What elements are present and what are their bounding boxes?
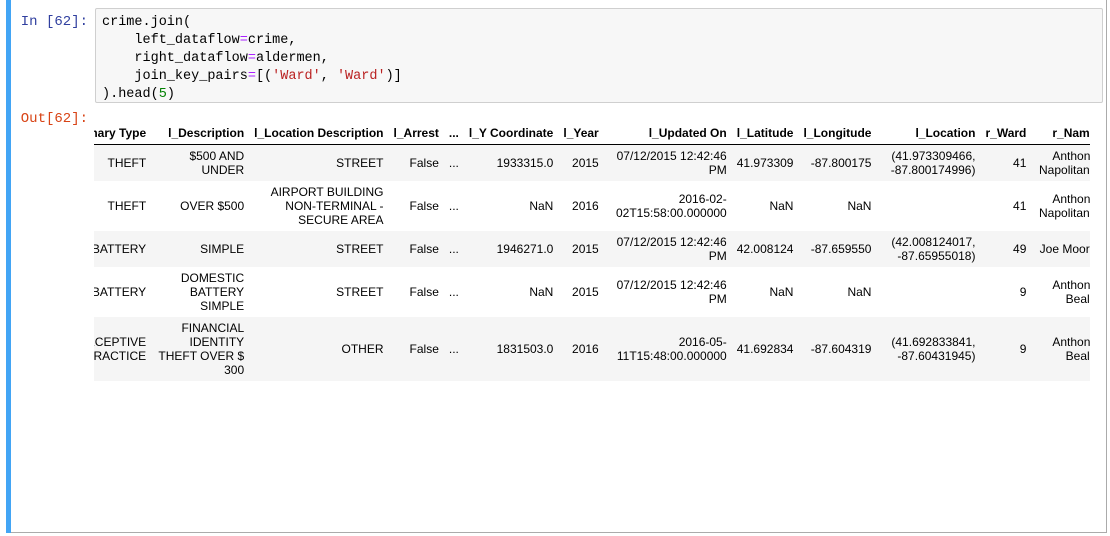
table-body: THEFT $500 AND UNDER STREET False... 1933315… xyxy=(94,144,1090,381)
table-cell: 49 xyxy=(1013,242,1027,256)
table-cell: NaN xyxy=(769,199,794,213)
table-cell: 07/12/2015 12:42:46 PM xyxy=(616,235,727,263)
table-cell: STREET xyxy=(336,285,384,299)
input-prompt: In [62]: xyxy=(20,14,88,30)
table-cell: BATTERY xyxy=(94,285,147,299)
table-cell: ... xyxy=(448,342,459,356)
table-cell: AIRPORT BUILDING NON-TERMINAL - SECURE A… xyxy=(270,185,384,227)
table-cell: 1831503.0 xyxy=(496,342,554,356)
table-cell xyxy=(876,181,980,231)
table-cell: STREET xyxy=(336,156,384,170)
table-cell: DOMESTIC BATTERY SIMPLE xyxy=(180,271,245,313)
table-cell: 41 xyxy=(1013,199,1027,213)
table-row: THEFT $500 AND UNDER STREET False... 1933315… xyxy=(94,144,1090,181)
column-header: l_Y Coordinate xyxy=(463,122,559,145)
cell-selection-bar xyxy=(6,0,11,533)
table-cell: -87.659550 xyxy=(810,242,872,256)
table-cell: 42.008124 xyxy=(736,242,794,256)
table-cell: STREET xyxy=(336,242,384,256)
code-line-5: ).head( xyxy=(102,87,159,102)
output-area: Primary Typel_Descriptionl_Location Desc… xyxy=(94,122,1090,494)
table-cell: Anthony Beale xyxy=(1052,278,1090,306)
table-cell: NaN xyxy=(847,199,872,213)
table-cell: Anthony Napolitano xyxy=(1039,192,1090,220)
table-cell: False xyxy=(409,342,439,356)
table-cell: (41.973309466, -87.800174996) xyxy=(890,149,976,177)
table-cell: SIMPLE xyxy=(200,242,245,256)
table-cell: OVER $500 xyxy=(180,199,245,213)
code-val-left: crime, xyxy=(247,33,297,48)
table-cell: 1933315.0 xyxy=(496,156,554,170)
table-cell: FINANCIAL IDENTITY THEFT OVER $ 300 xyxy=(158,321,245,377)
table-cell: 07/12/2015 12:42:46 PM xyxy=(616,149,727,177)
table-cell: ... xyxy=(448,156,459,170)
table-cell: 2016-05-11T15:48:00.000000 xyxy=(616,335,727,363)
table-cell: False xyxy=(409,156,439,170)
table-cell: (41.692833841, -87.60431945) xyxy=(891,335,976,363)
column-header: l_Latitude xyxy=(731,122,799,145)
table-cell: False xyxy=(409,242,439,256)
code-content: crime.join( left_dataflow=crime, right_d… xyxy=(102,15,402,102)
table-cell: OTHER xyxy=(341,342,384,356)
table-cell: 2015 xyxy=(572,156,599,170)
code-line-1: crime.join( xyxy=(102,15,192,30)
table-cell: 2016 xyxy=(572,199,599,213)
column-header: l_Year xyxy=(558,122,604,145)
table-row: BATTERY DOMESTIC BATTERY SIMPLE STREET Fals… xyxy=(94,267,1090,317)
table-cell: 2015 xyxy=(572,242,599,256)
table-cell: THEFT xyxy=(107,199,147,213)
table-cell: 41.973309 xyxy=(736,156,794,170)
table-row: BATTERY SIMPLE STREET False... 1946271.0 2015… xyxy=(94,231,1090,267)
column-header: l_Updated On xyxy=(603,122,732,145)
column-header: l_Location xyxy=(876,122,981,145)
table-cell: $500 AND UNDER xyxy=(189,149,245,177)
table-cell: (42.008124017, -87.65955018) xyxy=(891,235,976,263)
table-cell: -87.604319 xyxy=(810,342,872,356)
table-row: THEFT OVER $500 AIRPORT BUILDING NON-TERMI… xyxy=(94,181,1090,231)
dataframe-table: Primary Typel_Descriptionl_Location Desc… xyxy=(94,122,1090,381)
column-header: r_Name xyxy=(1031,122,1090,145)
table-cell: 9 xyxy=(1019,342,1027,356)
table-cell: -87.800175 xyxy=(810,156,872,170)
table-cell: 41.692834 xyxy=(736,342,794,356)
code-val-right: aldermen, xyxy=(255,51,329,66)
code-arg-join: join_key_pairs xyxy=(134,69,248,84)
table-cell: 07/12/2015 12:42:46 PM xyxy=(616,278,727,306)
column-header: l_Location Description xyxy=(249,122,389,145)
column-header: ... xyxy=(443,122,464,145)
column-header: l_Arrest xyxy=(388,122,444,145)
table-cell: False xyxy=(409,285,439,299)
column-header: l_Longitude xyxy=(798,122,877,145)
table-cell: 1946271.0 xyxy=(496,242,554,256)
table-cell: BATTERY xyxy=(94,242,147,256)
table-cell: Anthony Beale xyxy=(1052,335,1090,363)
code-arg-right: right_dataflow xyxy=(134,51,248,66)
code-arg-left: left_dataflow xyxy=(134,33,240,48)
table-cell: NaN xyxy=(847,285,872,299)
code-editor[interactable]: crime.join( left_dataflow=crime, right_d… xyxy=(95,8,1103,103)
table-cell: NaN xyxy=(769,285,794,299)
column-header: r_Ward xyxy=(980,122,1032,145)
table-cell: NaN xyxy=(529,199,554,213)
table-cell: False xyxy=(409,199,439,213)
table-cell: DECEPTIVE PRACTICE xyxy=(94,335,147,363)
table-header-row: Primary Typel_Descriptionl_Location Desc… xyxy=(94,122,1090,145)
table-cell: ... xyxy=(448,199,459,213)
table-cell: ... xyxy=(448,285,459,299)
table-cell: THEFT xyxy=(107,156,147,170)
table-cell: NaN xyxy=(529,285,554,299)
column-header: Primary Type xyxy=(94,122,152,145)
table-cell: 2016-02-02T15:58:00.000000 xyxy=(615,192,727,220)
table-cell: Anthony Napolitano xyxy=(1039,149,1090,177)
table-cell xyxy=(876,267,980,317)
table-cell: ... xyxy=(448,242,459,256)
table-cell: 2015 xyxy=(572,285,599,299)
table-cell: 2016 xyxy=(572,342,599,356)
table-cell: Joe Moore xyxy=(1039,242,1090,256)
output-prompt: Out[62]: xyxy=(20,111,88,127)
table-cell: 41 xyxy=(1013,156,1027,170)
table-row: DECEPTIVE PRACTICE FINANCIAL IDENTITY THE… xyxy=(94,317,1090,381)
column-header: l_Description xyxy=(151,122,250,145)
table-cell: 9 xyxy=(1019,285,1027,299)
